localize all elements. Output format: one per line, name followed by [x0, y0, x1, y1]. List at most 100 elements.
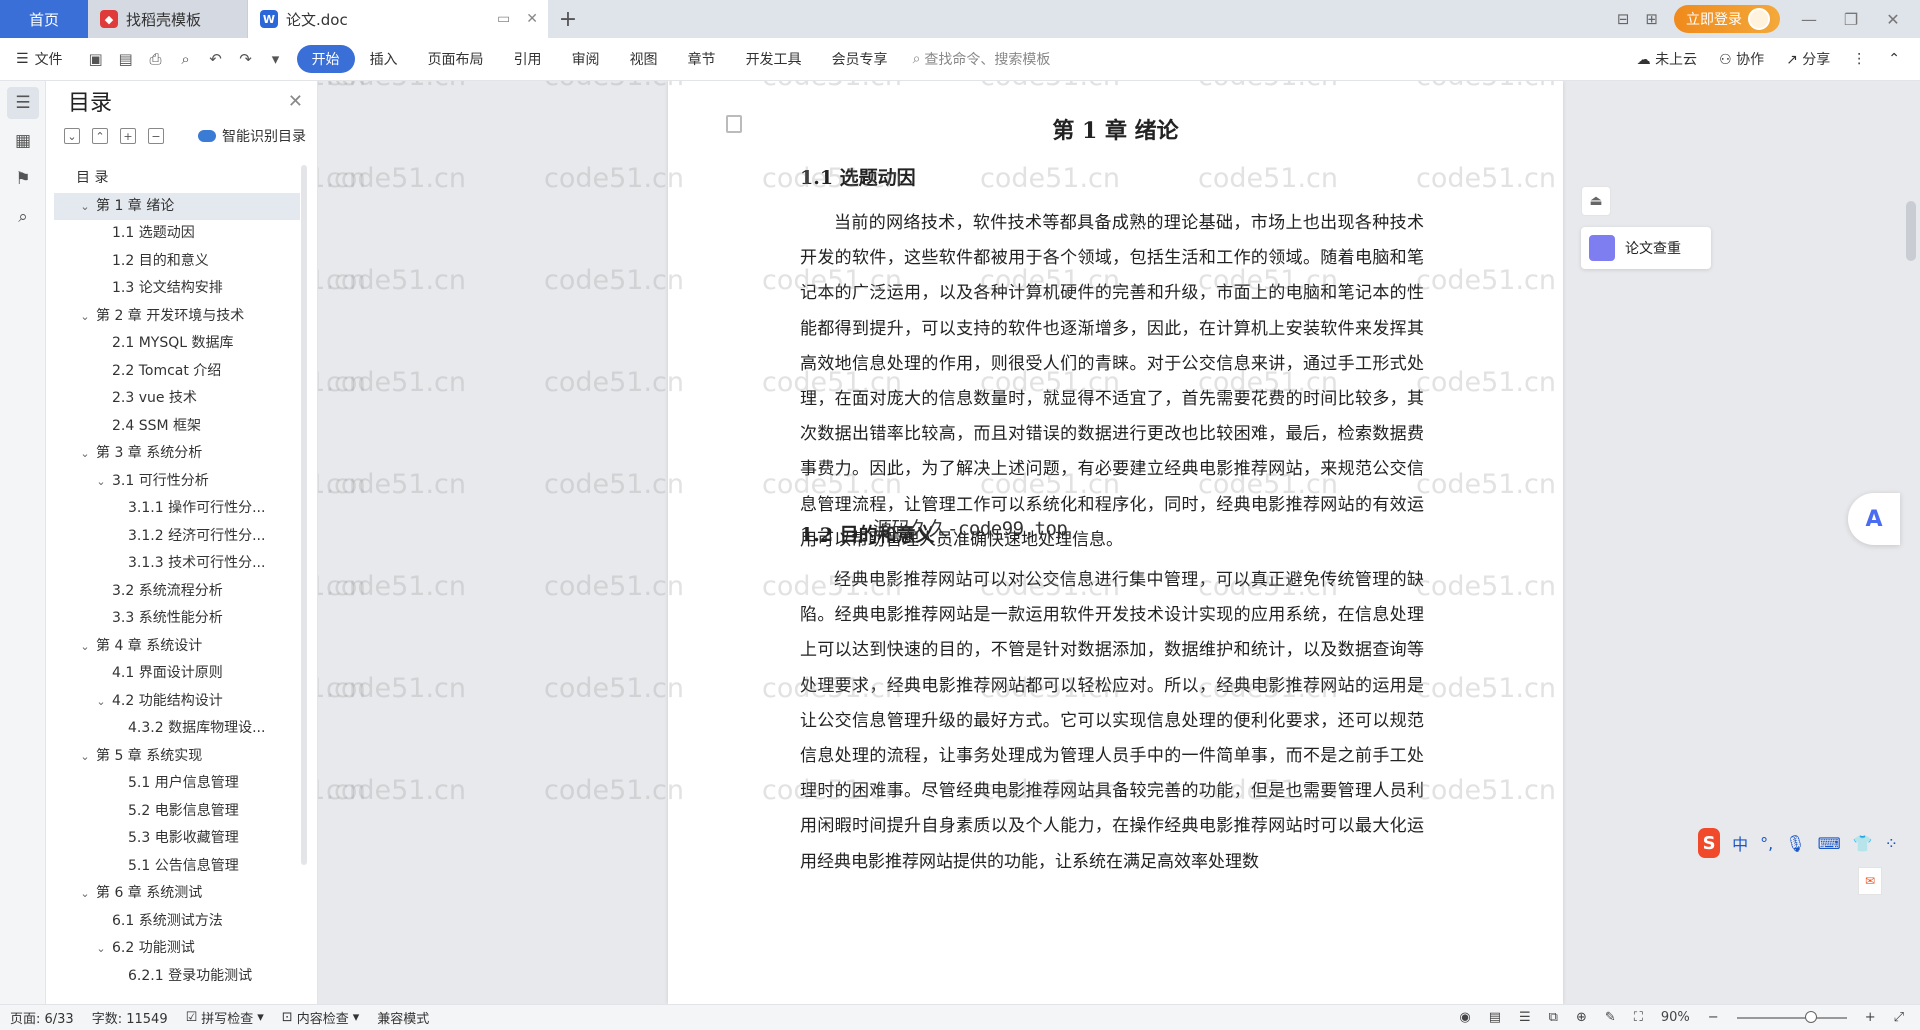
toc-item[interactable]: 4.3.2 数据库物理设... [54, 715, 300, 743]
tab-ribbon-0[interactable]: 开始 [296, 45, 355, 73]
fit-page-icon[interactable]: ⛶ [1634, 1010, 1643, 1025]
redo-icon[interactable]: ↷ [235, 48, 257, 70]
chevron-down-icon[interactable]: ⌄ [94, 935, 108, 963]
chevron-down-icon[interactable]: ⌄ [94, 468, 108, 496]
collapse-all-icon[interactable]: ⌃ [92, 128, 108, 144]
more-icon[interactable]: ⋮ [1852, 51, 1866, 67]
keyboard-icon[interactable]: ⌨ [1818, 834, 1841, 853]
tab-template[interactable]: ◆ 找稻壳模板 [88, 0, 248, 38]
toc-item[interactable]: ⌄ 第 2 章 开发环境与技术 [54, 303, 300, 331]
chevron-down-icon[interactable]: ⌄ [78, 303, 92, 331]
close-tab-icon[interactable]: ✕ [526, 11, 538, 27]
toc-item[interactable]: 3.1.3 技术可行性分... [54, 550, 300, 578]
document-page[interactable]: 第 1 章 绪论 1.1 选题动因 当前的网络技术，软件技术等都具备成熟的理论基… [668, 81, 1563, 1004]
tab-ribbon-2[interactable]: 页面布局 [413, 45, 499, 73]
chevron-down-icon[interactable]: ⌄ [78, 743, 92, 771]
toc-item[interactable]: 1.3 论文结构安排 [54, 275, 300, 303]
print-icon[interactable]: ⎙ [145, 48, 167, 70]
zoom-out-icon[interactable]: − [1708, 1010, 1719, 1025]
toc-item[interactable]: ⌄ 第 3 章 系统分析 [54, 440, 300, 468]
outline-view-icon[interactable]: ☰ [1519, 1010, 1531, 1025]
tab-home[interactable]: 首页 [0, 0, 88, 38]
write-mode-icon[interactable]: ✎ [1605, 1010, 1616, 1025]
page-count[interactable]: 页面: 6/33 [10, 1008, 74, 1027]
toc-panel-icon[interactable]: ☰ [7, 87, 39, 119]
chevron-down-icon[interactable]: ⌄ [94, 688, 108, 716]
close-icon[interactable]: ✕ [288, 91, 303, 112]
microphone-icon[interactable]: 🎙 [1785, 834, 1805, 853]
chevron-down-icon[interactable]: ⌄ [78, 440, 92, 468]
bookmark-icon[interactable]: ⚑ [7, 163, 39, 195]
fullscreen-icon[interactable]: ⤢ [1894, 1010, 1904, 1025]
toc-item[interactable]: ⌄ 第 5 章 系统实现 [54, 743, 300, 771]
toc-item[interactable]: ⌄ 第 1 章 绪论 [54, 192, 300, 221]
command-search[interactable]: ⌕ 查找命令、搜索模板 [913, 49, 1051, 69]
punctuation-icon[interactable]: °, [1760, 834, 1773, 853]
toc-item[interactable]: 2.4 SSM 框架 [54, 413, 300, 441]
thesis-check-button[interactable]: 论文查重 [1581, 227, 1711, 269]
collapse-panel-icon[interactable]: ⏏ [1581, 186, 1611, 216]
collab-button[interactable]: ⚇ 协作 [1719, 49, 1764, 69]
toc-item[interactable]: 6.2.1 登录功能测试 [54, 963, 300, 991]
toc-item[interactable]: ⌄ 4.2 功能结构设计 [54, 688, 300, 716]
toc-scrollbar[interactable] [301, 165, 307, 865]
toc-item[interactable]: 2.2 Tomcat 介绍 [54, 358, 300, 386]
find-icon[interactable]: ⌕ [7, 201, 39, 233]
minimize-icon[interactable]: — [1796, 10, 1822, 29]
tab-ribbon-7[interactable]: 开发工具 [731, 45, 817, 73]
float-window-icon[interactable]: ▭ [497, 11, 510, 27]
toc-item[interactable]: 3.1.1 操作可行性分... [54, 495, 300, 523]
skin-icon[interactable]: 👕 [1853, 834, 1873, 853]
new-tab-button[interactable]: + [548, 0, 588, 38]
zoom-slider[interactable] [1736, 1010, 1847, 1023]
toc-item[interactable]: 3.2 系统流程分析 [54, 578, 300, 606]
toc-item[interactable]: 3.1.2 经济可行性分... [54, 523, 300, 551]
toc-item[interactable]: ⌄ 第 4 章 系统设计 [54, 633, 300, 661]
chapter-nav-icon[interactable]: ▦ [7, 125, 39, 157]
undo-icon[interactable]: ↶ [205, 48, 227, 70]
eye-protect-icon[interactable]: ◉ [1459, 1010, 1470, 1025]
document-scrollbar[interactable] [1906, 201, 1916, 261]
toc-item[interactable]: 2.3 vue 技术 [54, 385, 300, 413]
toc-item[interactable]: 5.1 公告信息管理 [54, 853, 300, 881]
toc-item[interactable]: 目 录 [54, 165, 300, 193]
ai-assistant-icon[interactable]: A [1848, 493, 1900, 545]
add-heading-icon[interactable]: + [120, 128, 136, 144]
close-window-icon[interactable]: ✕ [1880, 10, 1906, 29]
toc-item[interactable]: ⌄ 第 6 章 系统测试 [54, 880, 300, 908]
login-button[interactable]: 立即登录 [1674, 5, 1780, 33]
web-view-icon[interactable]: ⊕ [1576, 1010, 1587, 1025]
quick-access-dropdown-icon[interactable]: ▾ [265, 48, 287, 70]
toc-item[interactable]: ⌄ 6.2 功能测试 [54, 935, 300, 963]
toc-item[interactable]: 5.3 电影收藏管理 [54, 825, 300, 853]
chevron-down-icon[interactable]: ⌄ [78, 193, 92, 221]
grid-apps-icon[interactable]: ⊞ [1645, 10, 1658, 28]
save-icon[interactable]: ▣ [85, 48, 107, 70]
word-count[interactable]: 字数: 11549 [92, 1008, 168, 1027]
chevron-down-icon[interactable]: ⌄ [78, 633, 92, 661]
page-view-icon[interactable]: ▤ [1489, 1010, 1501, 1025]
toc-item[interactable]: ⌄ 3.1 可行性分析 [54, 468, 300, 496]
window-layout-icon[interactable]: ⊟ [1617, 10, 1630, 28]
reading-view-icon[interactable]: ⧉ [1549, 1010, 1558, 1025]
cloud-status[interactable]: ☁ 未上云 [1637, 49, 1697, 69]
zoom-level[interactable]: 90% [1661, 1010, 1690, 1025]
zoom-in-icon[interactable]: + [1865, 1010, 1876, 1025]
tab-ribbon-3[interactable]: 引用 [499, 45, 557, 73]
ime-language[interactable]: 中 [1732, 831, 1748, 855]
restore-icon[interactable]: ❐ [1838, 10, 1864, 29]
toc-item[interactable]: 2.1 MYSQL 数据库 [54, 330, 300, 358]
toc-item[interactable]: 5.2 电影信息管理 [54, 798, 300, 826]
toc-item[interactable]: 3.3 系统性能分析 [54, 605, 300, 633]
toc-item[interactable]: 1.1 选题动因 [54, 220, 300, 248]
toc-item[interactable]: 4.1 界面设计原则 [54, 660, 300, 688]
file-menu[interactable]: ☰ 文件 [16, 49, 63, 69]
toc-item[interactable]: 5.1 用户信息管理 [54, 770, 300, 798]
tab-ribbon-4[interactable]: 审阅 [557, 45, 615, 73]
collapse-ribbon-icon[interactable]: ⌃ [1888, 51, 1900, 67]
tab-ribbon-6[interactable]: 章节 [673, 45, 731, 73]
toc-item[interactable]: 6.1 系统测试方法 [54, 908, 300, 936]
content-check-button[interactable]: ⊡ 内容检查 ▾ [282, 1008, 359, 1027]
chevron-down-icon[interactable]: ⌄ [78, 880, 92, 908]
remove-heading-icon[interactable]: − [148, 128, 164, 144]
